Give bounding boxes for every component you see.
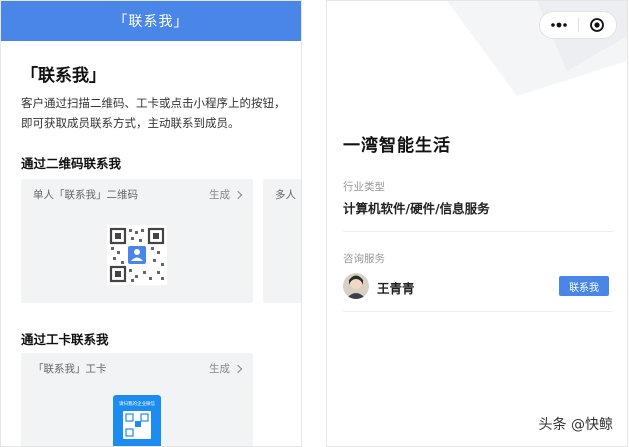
more-button[interactable] [540, 12, 578, 38]
company-name: 一湾智能生活 [343, 136, 451, 156]
page-description: 客户通过扫描二维码、工卡或点击小程序上的按钮，即可获取成员联系方式，主动联系到成… [21, 96, 286, 130]
generate-single-qr-button[interactable]: 生成 [209, 187, 243, 202]
generate-badge-button[interactable]: 生成 [209, 361, 243, 376]
panel-header-title: 「联系我」 [113, 14, 189, 30]
page-title: 「联系我」 [21, 66, 106, 86]
industry-label: 行业类型 [343, 181, 385, 193]
contact-me-settings-panel: 「联系我」 「联系我」 客户通过扫描二维码、工卡或点击小程序上的按钮，即可获取成… [0, 0, 302, 447]
section-divider-bottom [343, 311, 613, 312]
generate-badge-label: 生成 [209, 363, 230, 375]
panel-header: 「联系我」 [1, 1, 301, 41]
avatar [343, 273, 369, 299]
chevron-right-icon [233, 364, 243, 373]
staff-name: 王青青 [377, 281, 415, 296]
watermark: 头条 @快鲸 [538, 417, 613, 433]
miniprogram-preview-panel: 一湾智能生活 行业类型 计算机软件/硬件/信息服务 咨询服务 王青青 联系我 头… [326, 0, 628, 447]
generate-label: 生成 [209, 189, 230, 201]
multi-qr-card-label: 多人 [275, 189, 296, 201]
badge-card[interactable]: 「联系我」工卡 生成 请扫我的企业微信 [21, 353, 253, 446]
badge-card-label: 「联系我」工卡 [33, 363, 107, 375]
qr-section-title: 通过二维码联系我 [21, 156, 122, 171]
close-button[interactable] [578, 12, 616, 38]
single-qr-card-label: 单人「联系我」二维码 [33, 189, 138, 201]
qr-code-image [107, 225, 167, 285]
section-divider [343, 231, 613, 232]
single-qr-card[interactable]: 单人「联系我」二维码 生成 [21, 179, 253, 303]
service-label: 咨询服务 [343, 253, 385, 265]
miniprogram-capsule [539, 11, 617, 39]
industry-value: 计算机软件/硬件/信息服务 [343, 201, 490, 216]
more-dots-icon [550, 22, 567, 28]
chevron-right-icon [233, 190, 243, 199]
target-close-icon [590, 18, 605, 32]
badge-section-title: 通过工卡联系我 [21, 332, 109, 347]
badge-image: 请扫我的企业微信 [113, 395, 161, 446]
contact-me-button[interactable]: 联系我 [559, 276, 609, 296]
screenshot-stage: 「联系我」 「联系我」 客户通过扫描二维码、工卡或点击小程序上的按钮，即可获取成… [0, 0, 629, 447]
multi-qr-card[interactable]: 多人 [263, 179, 301, 303]
